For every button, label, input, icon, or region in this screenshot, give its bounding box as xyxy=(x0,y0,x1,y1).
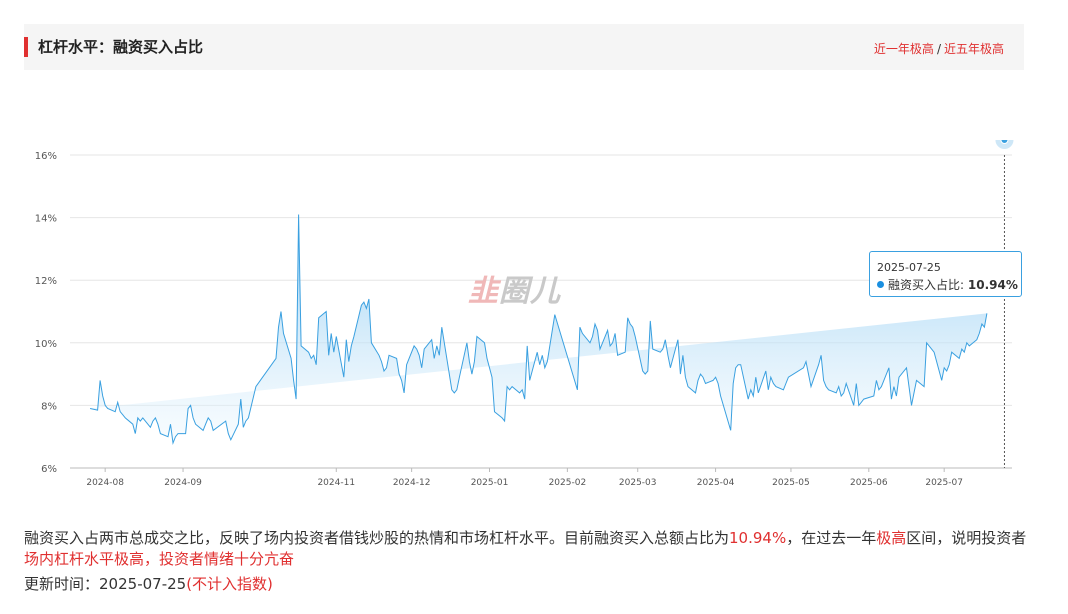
current-value: 10.94% xyxy=(729,529,787,547)
link-separator: / xyxy=(936,42,941,56)
x-tick-label: 2024-11 xyxy=(317,478,355,488)
series-area xyxy=(90,214,987,443)
tooltip-date: 2025-07-25 xyxy=(877,261,941,274)
hover-point[interactable] xyxy=(1000,140,1009,144)
level-text: 极高 xyxy=(876,529,907,547)
x-tick-label: 2025-07 xyxy=(925,478,963,488)
tooltip-value: 10.94% xyxy=(967,278,1018,292)
series-dot-icon xyxy=(877,281,884,288)
accent-bar xyxy=(24,37,28,57)
x-tick-label: 2025-05 xyxy=(772,478,810,488)
x-tick-label: 2025-06 xyxy=(850,478,888,488)
y-tick-label: 14% xyxy=(35,214,57,225)
chart-tooltip: 2025-07-25 融资买入占比: 10.94% xyxy=(869,251,1022,297)
section-title: 杠杆水平：融资买入占比 xyxy=(38,38,204,56)
x-tick-label: 2024-08 xyxy=(86,478,124,488)
y-tick-label: 10% xyxy=(35,339,57,350)
update-note: (不计入指数) xyxy=(186,575,273,593)
y-tick-label: 16% xyxy=(35,151,57,162)
update-date: 2025-07-25 xyxy=(99,575,187,593)
y-tick-label: 6% xyxy=(41,464,57,475)
link-year-extreme[interactable]: 近一年极高 xyxy=(874,42,934,56)
description-text: 融资买入占两市总成交之比，反映了场内投资者借钱炒股的热情和市场杠杆水平。目前融资… xyxy=(24,529,1027,568)
conclusion-text: 场内杠杆水平极高，投资者情绪十分亢奋 xyxy=(24,550,295,568)
watermark-logo: 韭圈儿 xyxy=(468,274,561,309)
x-tick-label: 2024-09 xyxy=(164,478,202,488)
x-tick-label: 2024-12 xyxy=(393,478,431,488)
y-tick-label: 12% xyxy=(35,276,57,287)
update-time: 更新时间：2025-07-25(不计入指数) xyxy=(24,575,273,593)
tooltip-series-label: 融资买入占比: xyxy=(888,278,965,292)
section-header: 杠杆水平：融资买入占比 近一年极高 / 近五年极高 xyxy=(24,24,1024,70)
x-tick-label: 2025-04 xyxy=(697,478,735,488)
x-tick-label: 2025-02 xyxy=(549,478,587,488)
leverage-chart[interactable]: 6% 8% 10% 12% 14% 16% 2024-08 2024-09 2024-11 20… xyxy=(0,140,1068,500)
tooltip-row: 融资买入占比: 10.94% xyxy=(877,276,1018,293)
extreme-links: 近一年极高 / 近五年极高 xyxy=(874,40,1004,57)
x-tick-label: 2025-01 xyxy=(471,478,509,488)
y-tick-label: 8% xyxy=(41,401,57,412)
x-tick-label: 2025-03 xyxy=(619,478,657,488)
link-five-year-extreme[interactable]: 近五年极高 xyxy=(944,42,1004,56)
